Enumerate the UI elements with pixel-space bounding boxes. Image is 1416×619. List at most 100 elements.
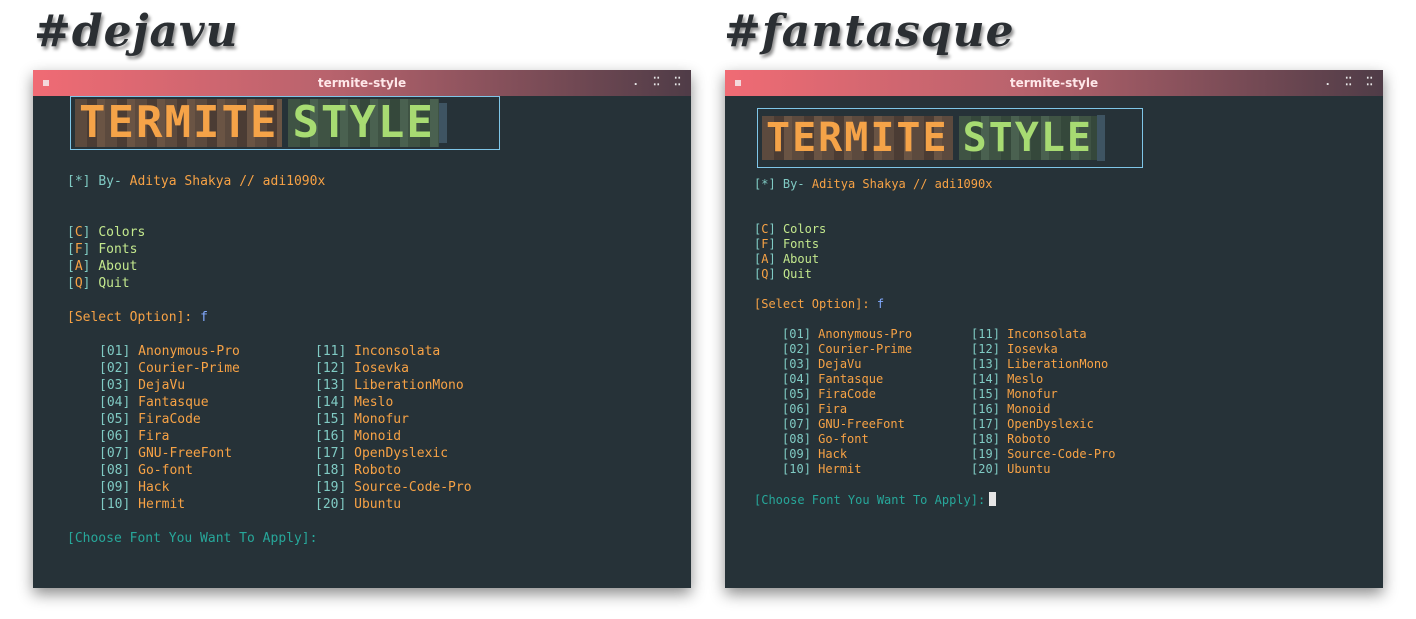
font-option[interactable]: [09] Hack [99, 480, 169, 495]
font-option[interactable]: [20] Ubuntu [315, 497, 401, 512]
font-option[interactable]: [16] Monoid [315, 429, 401, 444]
font-option[interactable]: [07] GNU-FreeFont [99, 446, 232, 461]
maximize-icon[interactable]: ⁚⁚ [1345, 75, 1352, 88]
font-option[interactable]: [09] Hack [782, 447, 847, 461]
font-option[interactable]: [13] LiberationMono [971, 357, 1108, 371]
menu-label: Fonts [782, 237, 820, 251]
font-option[interactable]: [05] FiraCode [99, 412, 201, 427]
font-option[interactable]: [01] Anonymous-Pro [782, 327, 912, 341]
font-option-name: Source-Code-Pro [354, 480, 472, 495]
font-option[interactable]: [19] Source-Code-Pro [971, 447, 1116, 461]
font-option[interactable]: [10] Hermit [99, 497, 185, 512]
title-bar[interactable]: termite-style . ⁚⁚ ⁚⁚ [725, 70, 1383, 96]
font-option-number: 18 [322, 463, 339, 478]
font-option[interactable]: [03] DejaVu [782, 357, 862, 371]
font-option[interactable]: [14] Meslo [315, 395, 393, 410]
font-option-number: 04 [106, 395, 123, 410]
font-option[interactable]: [13] LiberationMono [315, 378, 464, 393]
menu-label: About [98, 259, 138, 274]
menu-item-quit[interactable]: [Q] Quit [67, 276, 130, 291]
font-option-name: Fira [818, 402, 848, 416]
font-option[interactable]: [15] Monofur [315, 412, 409, 427]
font-option-number: 02 [789, 342, 804, 356]
font-option[interactable]: [12] Iosevka [971, 342, 1058, 356]
minimize-icon[interactable]: . [632, 75, 639, 88]
font-option[interactable]: [02] Courier-Prime [782, 342, 912, 356]
font-option-name: Fira [138, 429, 170, 444]
menu-item-colors[interactable]: [C] Colors [67, 225, 145, 240]
logo-word-style: STYLE [958, 116, 1097, 160]
logo-edge [438, 103, 447, 143]
font-option[interactable]: [17] OpenDyslexic [315, 446, 448, 461]
select-value[interactable]: f [877, 297, 884, 311]
font-option[interactable]: [20] Ubuntu [971, 462, 1051, 476]
menu-label: About [782, 252, 820, 266]
font-option-number: 11 [322, 344, 339, 359]
menu-item-about[interactable]: [A] About [754, 252, 819, 266]
font-option[interactable]: [08] Go-font [782, 432, 869, 446]
menu-item-colors[interactable]: [C] Colors [754, 222, 826, 236]
font-option-name: DejaVu [818, 357, 862, 371]
font-option[interactable]: [01] Anonymous-Pro [99, 344, 240, 359]
menu-item-fonts[interactable]: [F] Fonts [754, 237, 819, 251]
font-option[interactable]: [08] Go-font [99, 463, 193, 478]
font-option-name: Meslo [354, 395, 394, 410]
font-option[interactable]: [16] Monoid [971, 402, 1051, 416]
font-option-number: 16 [322, 429, 339, 444]
font-option-number: 07 [106, 446, 123, 461]
choose-font-prompt[interactable]: [Choose Font You Want To Apply]: [67, 531, 317, 546]
terminal-window[interactable]: termite-style . ⁚⁚ ⁚⁚ TERMITE STYLE [*] … [33, 70, 691, 588]
close-icon[interactable]: ⁚⁚ [674, 75, 681, 88]
minimize-icon[interactable]: . [1324, 75, 1331, 88]
font-option[interactable]: [17] OpenDyslexic [971, 417, 1094, 431]
font-option[interactable]: [11] Inconsolata [315, 344, 440, 359]
font-option-name: Hermit [818, 462, 862, 476]
font-option[interactable]: [07] GNU-FreeFont [782, 417, 905, 431]
font-option-name: Ubuntu [354, 497, 402, 512]
title-bar[interactable]: termite-style . ⁚⁚ ⁚⁚ [33, 70, 691, 96]
menu-item-about[interactable]: [A] About [67, 259, 137, 274]
menu-label: Colors [98, 225, 146, 240]
font-option[interactable]: [15] Monofur [971, 387, 1058, 401]
font-option[interactable]: [04] Fantasque [99, 395, 209, 410]
menu-item-quit[interactable]: [Q] Quit [754, 267, 812, 281]
menu-key: A [74, 259, 83, 274]
menu-item-fonts[interactable]: [F] Fonts [67, 242, 137, 257]
font-option-name: GNU-FreeFont [138, 446, 233, 461]
font-option-number: 10 [106, 497, 123, 512]
font-option[interactable]: [14] Meslo [971, 372, 1043, 386]
font-option-number: 07 [789, 417, 804, 431]
font-option[interactable]: [03] DejaVu [99, 378, 185, 393]
font-option[interactable]: [12] Iosevka [315, 361, 409, 376]
byline-by: By- [98, 174, 122, 189]
font-option-name: DejaVu [138, 378, 186, 393]
font-option[interactable]: [04] Fantasque [782, 372, 883, 386]
font-option[interactable]: [02] Courier-Prime [99, 361, 240, 376]
byline: [*] By- Aditya Shakya // adi1090x [67, 174, 325, 189]
termite-style-logo: TERMITE STYLE [70, 96, 500, 150]
font-option[interactable]: [19] Source-Code-Pro [315, 480, 472, 495]
menu-label: Quit [782, 267, 812, 281]
font-option-number: 05 [106, 412, 123, 427]
choose-font-prompt[interactable]: [Choose Font You Want To Apply]: [754, 492, 997, 507]
font-option-name: Iosevka [354, 361, 409, 376]
select-prompt: [Select Option]: [754, 297, 870, 311]
font-option[interactable]: [18] Roboto [315, 463, 401, 478]
font-option[interactable]: [06] Fira [99, 429, 169, 444]
font-option-name: FiraCode [138, 412, 201, 427]
close-icon[interactable]: ⁚⁚ [1366, 75, 1373, 88]
font-option[interactable]: [18] Roboto [971, 432, 1051, 446]
font-option[interactable]: [05] FiraCode [782, 387, 876, 401]
text-cursor [989, 492, 997, 506]
byline-author: Aditya Shakya // adi1090x [129, 174, 326, 189]
maximize-icon[interactable]: ⁚⁚ [653, 75, 660, 88]
select-value[interactable]: f [200, 310, 208, 325]
font-option[interactable]: [10] Hermit [782, 462, 862, 476]
terminal-window[interactable]: termite-style . ⁚⁚ ⁚⁚ TERMITE STYLE [*] … [725, 70, 1383, 588]
font-option-number: 09 [789, 447, 804, 461]
font-option[interactable]: [06] Fira [782, 402, 847, 416]
select-option-line: [Select Option]: f [67, 310, 208, 325]
font-option-name: Fantasque [818, 372, 884, 386]
font-option-number: 16 [978, 402, 993, 416]
font-option[interactable]: [11] Inconsolata [971, 327, 1087, 341]
